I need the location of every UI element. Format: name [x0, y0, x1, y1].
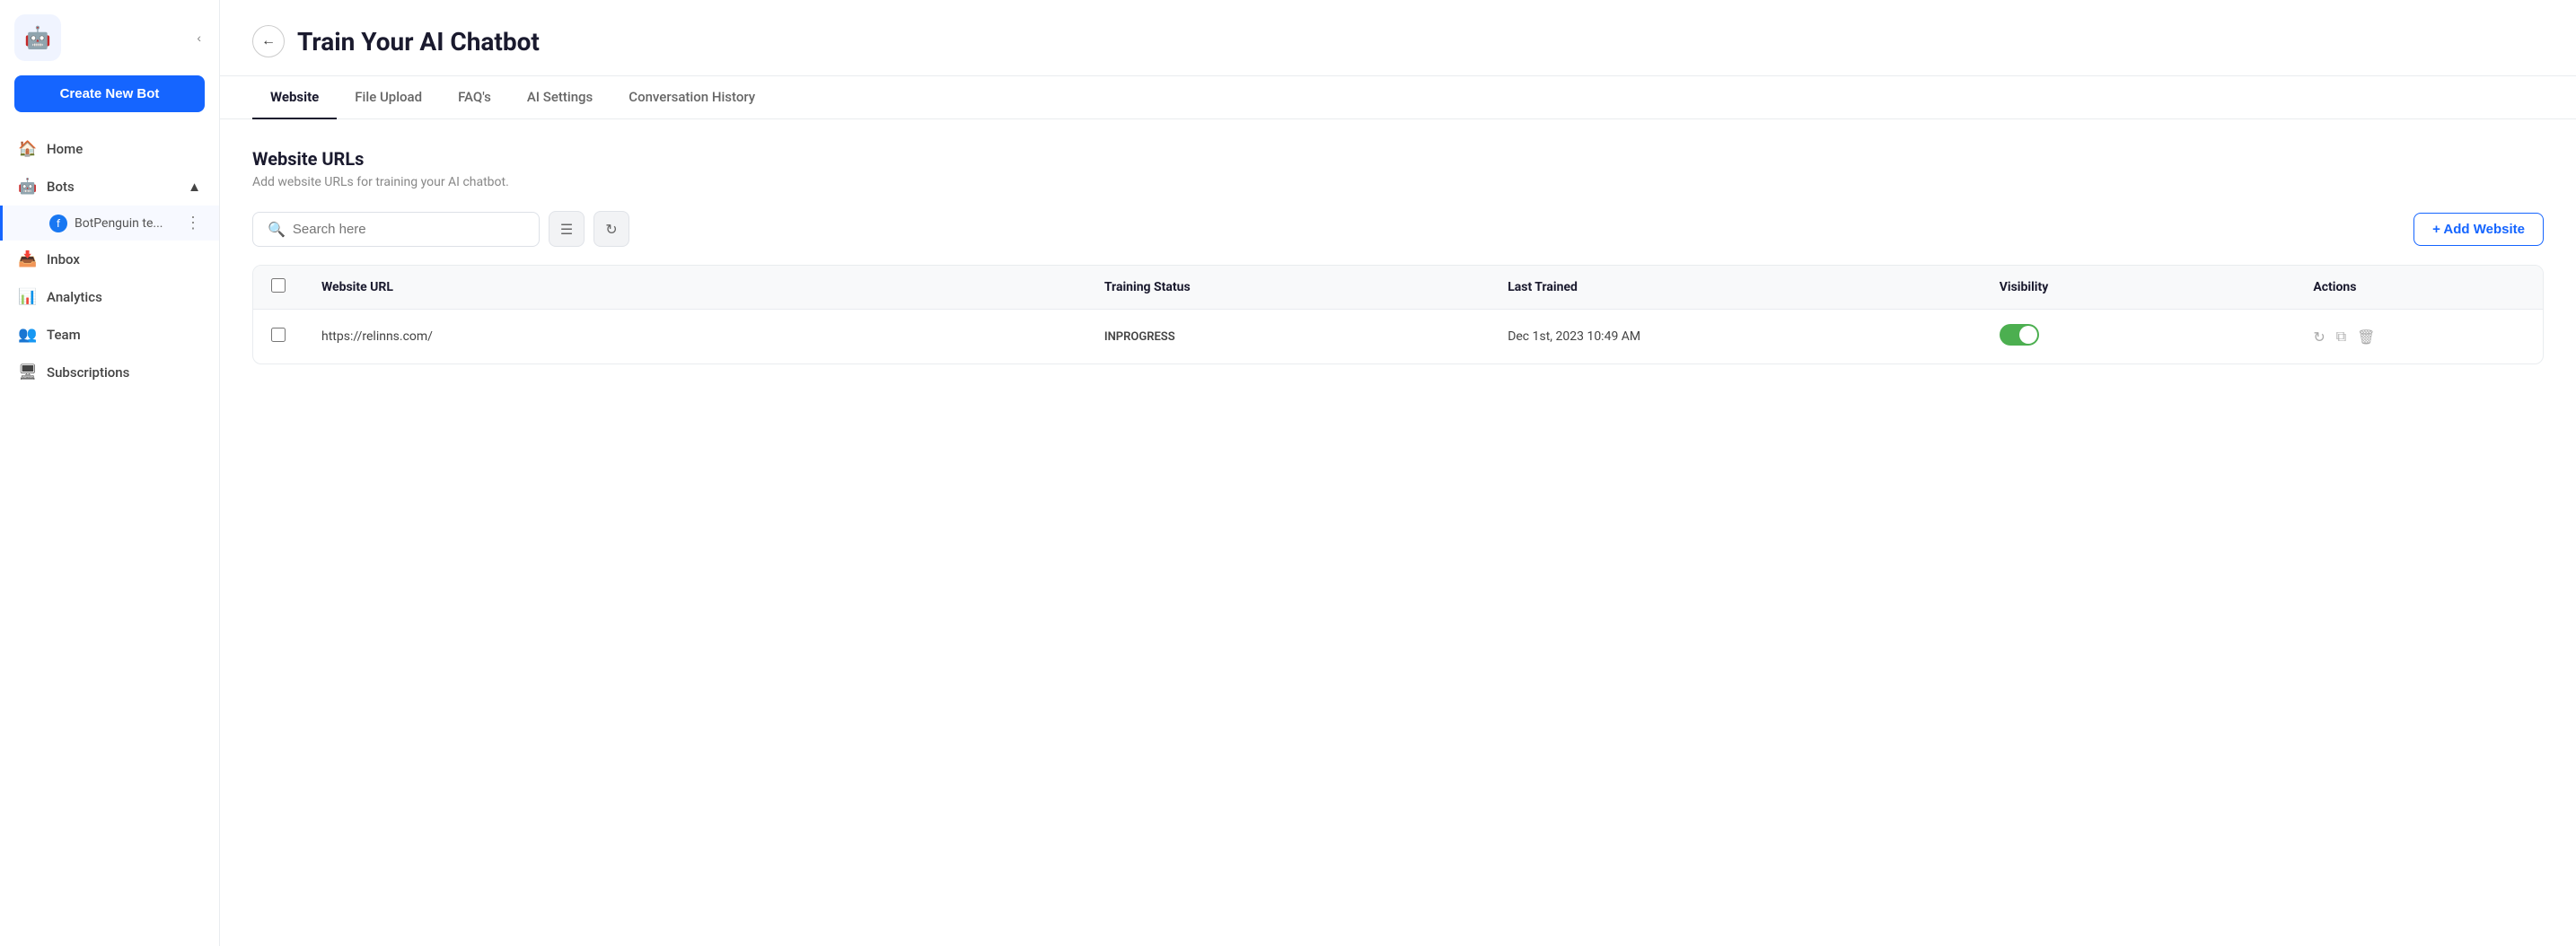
row-checkbox[interactable] [271, 328, 286, 342]
analytics-label: Analytics [47, 289, 102, 305]
inbox-label: Inbox [47, 251, 80, 267]
sidebar-item-team[interactable]: 👥 Team [0, 316, 219, 354]
filter-icon: ☰ [560, 221, 573, 238]
search-box: 🔍 [252, 212, 540, 247]
tab-faqs[interactable]: FAQ's [440, 76, 509, 119]
refresh-button[interactable]: ↻ [593, 211, 629, 247]
sidebar-item-label: Home [47, 141, 83, 157]
delete-icon[interactable]: 🗑 [2357, 328, 2375, 346]
th-visibility: Visibility [1982, 266, 2296, 310]
sidebar-item-bots[interactable]: 🤖 Bots ▲ [0, 168, 219, 206]
th-checkbox [253, 266, 303, 310]
td-url: https://relinns.com/ [303, 310, 1086, 364]
copy-icon[interactable]: ⧉ [2336, 328, 2346, 346]
sidebar-header: 🤖 ‹ [0, 14, 219, 75]
filter-button[interactable]: ☰ [549, 211, 585, 247]
sidebar-item-bot-sub[interactable]: f BotPenguin te... ⋮ [0, 206, 219, 241]
td-checkbox [253, 310, 303, 364]
analytics-icon: 📊 [18, 288, 38, 306]
main-content: ← Train Your AI Chatbot Website File Upl… [220, 0, 2576, 946]
subscriptions-label: Subscriptions [47, 364, 129, 381]
td-status: INPROGRESS [1086, 310, 1490, 364]
section-title: Website URLs [252, 148, 2544, 170]
back-button[interactable]: ← [252, 25, 285, 57]
retrain-icon[interactable]: ↻ [2313, 328, 2325, 346]
section-description: Add website URLs for training your AI ch… [252, 175, 2544, 189]
th-last-trained: Last Trained [1490, 266, 1982, 310]
th-status: Training Status [1086, 266, 1490, 310]
content-area: Website URLs Add website URLs for traini… [220, 119, 2576, 946]
td-last-trained: Dec 1st, 2023 10:49 AM [1490, 310, 1982, 364]
team-label: Team [47, 327, 81, 343]
tab-file-upload[interactable]: File Upload [337, 76, 440, 119]
action-icons: ↻ ⧉ 🗑 [2313, 328, 2525, 346]
team-icon: 👥 [18, 326, 38, 344]
search-icon: 🔍 [268, 221, 286, 238]
main-header: ← Train Your AI Chatbot [220, 0, 2576, 76]
tab-ai-settings[interactable]: AI Settings [509, 76, 611, 119]
toolbar-left: 🔍 ☰ ↻ [252, 211, 629, 247]
create-new-bot-button[interactable]: Create New Bot [14, 75, 205, 112]
tab-website[interactable]: Website [252, 76, 337, 119]
refresh-icon: ↻ [605, 221, 617, 238]
bots-label: Bots [47, 179, 75, 195]
logo-icon: 🤖 [24, 25, 51, 50]
subscriptions-icon: 🖥 [18, 364, 38, 381]
tab-conversation-history[interactable]: Conversation History [611, 76, 773, 119]
th-url: Website URL [303, 266, 1086, 310]
sidebar-item-inbox[interactable]: 📥 Inbox [0, 241, 219, 278]
sidebar-item-subscriptions[interactable]: 🖥 Subscriptions [0, 354, 219, 391]
table-row: https://relinns.com/ INPROGRESS Dec 1st,… [253, 310, 2543, 364]
add-website-button[interactable]: + Add Website [2413, 213, 2544, 246]
inbox-icon: 📥 [18, 250, 38, 268]
sidebar: 🤖 ‹ Create New Bot 🏠 Home 🤖 Bots ▲ f Bot… [0, 0, 220, 946]
data-table: Website URL Training Status Last Trained… [253, 266, 2543, 364]
chevron-up-icon: ▲ [188, 179, 201, 195]
search-input[interactable] [293, 222, 524, 237]
logo: 🤖 [14, 14, 61, 61]
sidebar-nav: 🏠 Home 🤖 Bots ▲ f BotPenguin te... ⋮ 📥 I… [0, 130, 219, 932]
visibility-toggle[interactable] [2000, 324, 2039, 346]
table-header: Website URL Training Status Last Trained… [253, 266, 2543, 310]
sidebar-item-home[interactable]: 🏠 Home [0, 130, 219, 168]
toolbar: 🔍 ☰ ↻ + Add Website [252, 211, 2544, 247]
facebook-badge: f [49, 215, 67, 232]
collapse-button[interactable]: ‹ [193, 27, 205, 48]
bot-sub-label: BotPenguin te... [75, 216, 163, 231]
page-title: Train Your AI Chatbot [297, 27, 540, 57]
th-actions: Actions [2295, 266, 2543, 310]
table-body: https://relinns.com/ INPROGRESS Dec 1st,… [253, 310, 2543, 364]
more-options-icon[interactable]: ⋮ [185, 214, 201, 232]
bots-icon: 🤖 [18, 178, 38, 196]
td-visibility [1982, 310, 2296, 364]
sidebar-item-analytics[interactable]: 📊 Analytics [0, 278, 219, 316]
status-badge: INPROGRESS [1104, 330, 1175, 344]
td-actions: ↻ ⧉ 🗑 [2295, 310, 2543, 364]
home-icon: 🏠 [18, 140, 38, 158]
select-all-checkbox[interactable] [271, 278, 286, 293]
tab-bar: Website File Upload FAQ's AI Settings Co… [220, 76, 2576, 119]
toggle-slider [2000, 324, 2039, 346]
website-urls-table: Website URL Training Status Last Trained… [252, 265, 2544, 364]
